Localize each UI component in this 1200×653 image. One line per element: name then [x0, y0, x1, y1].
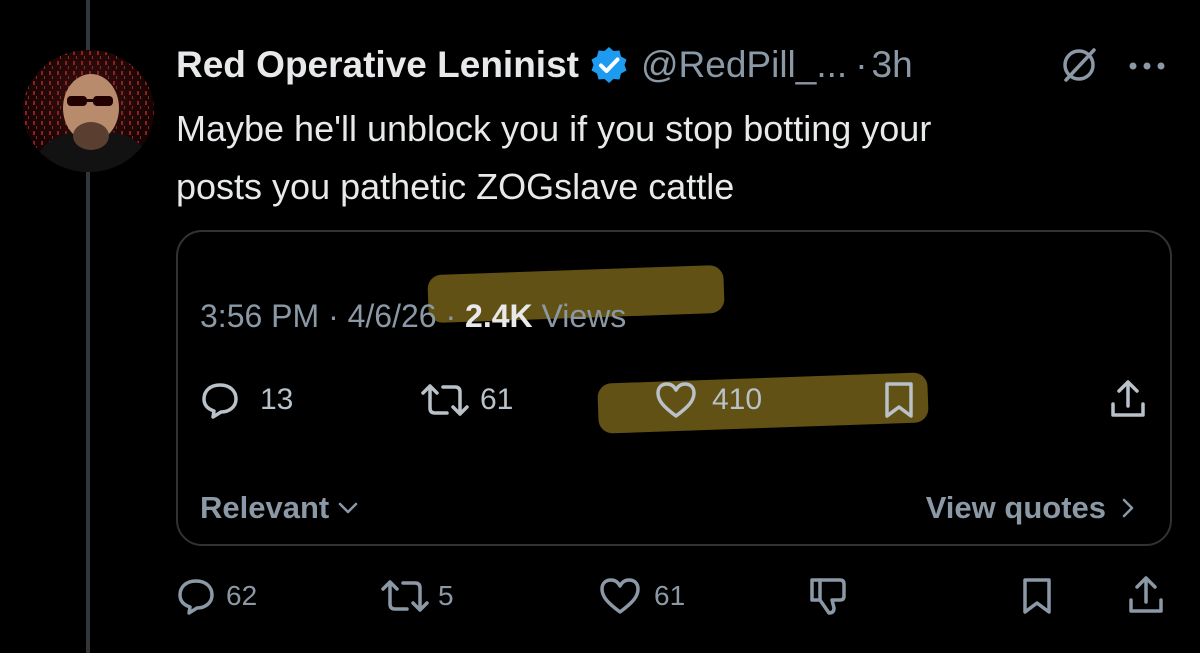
share-button[interactable] [1108, 378, 1148, 420]
share-button[interactable] [1126, 574, 1166, 616]
like-icon [600, 578, 640, 614]
post-header: Red Operative Leninist @RedPill_... · 3h [176, 40, 1176, 90]
display-name[interactable]: Red Operative Leninist [176, 44, 579, 86]
view-quotes-label: View quotes [925, 490, 1106, 525]
repost-icon [381, 580, 429, 612]
dislike-icon [810, 578, 846, 615]
sort-dropdown[interactable]: Relevant [200, 490, 361, 526]
verified-badge-icon [589, 45, 629, 85]
separator: · [319, 298, 348, 334]
handle[interactable]: @RedPill_... [641, 44, 847, 86]
sort-label: Relevant [200, 490, 330, 525]
repost-count: 5 [438, 580, 454, 611]
like-button[interactable]: 410 [654, 380, 762, 420]
quoted-post-card[interactable]: 3:56 PM · 4/6/26 · 2.4K Views 13 61 410 [176, 230, 1172, 546]
post-meta: 3:56 PM · 4/6/26 · 2.4K Views [200, 298, 626, 335]
bookmark-icon [885, 382, 913, 418]
post-text-line: posts you pathetic ZOGslave cattle [176, 166, 735, 207]
view-quotes-link[interactable]: View quotes [926, 490, 1140, 526]
reply-count: 62 [226, 580, 258, 611]
chevron-down-icon [338, 502, 358, 514]
highlighter-mark [597, 372, 929, 434]
like-count: 61 [654, 580, 686, 611]
share-icon [1111, 380, 1145, 417]
post-time: 3:56 PM [200, 298, 320, 334]
dislike-button[interactable] [806, 574, 850, 618]
like-icon [656, 382, 696, 418]
bookmark-icon [1023, 578, 1051, 614]
repost-icon [421, 384, 469, 416]
post-date: 4/6/26 [347, 298, 437, 334]
repost-button[interactable]: 61 [420, 380, 513, 420]
reply-count: 13 [260, 383, 294, 416]
separator: · [436, 298, 466, 334]
mute-icon[interactable] [1058, 44, 1100, 86]
reply-button[interactable]: 62 [176, 576, 257, 616]
like-button[interactable]: 61 [598, 576, 685, 616]
view-count: 2.4K [465, 298, 533, 334]
like-count: 410 [712, 383, 763, 416]
views-label: Views [532, 298, 627, 334]
more-icon[interactable] [1124, 46, 1170, 86]
separator: · [855, 44, 868, 85]
bookmark-button[interactable] [1020, 576, 1054, 616]
share-icon [1129, 576, 1163, 613]
chevron-right-icon [1122, 498, 1134, 518]
reply-icon [178, 579, 214, 615]
bookmark-button[interactable] [882, 380, 916, 420]
post-age[interactable]: 3h [872, 44, 913, 86]
repost-button[interactable]: 5 [380, 576, 454, 616]
reply-button[interactable]: 13 [200, 380, 293, 420]
avatar[interactable] [23, 50, 154, 172]
post-text: Maybe he'll unblock you if you stop bott… [176, 100, 1156, 216]
post-text-line: Maybe he'll unblock you if you stop bott… [176, 108, 932, 149]
reply-icon [202, 383, 238, 419]
repost-count: 61 [480, 383, 514, 416]
